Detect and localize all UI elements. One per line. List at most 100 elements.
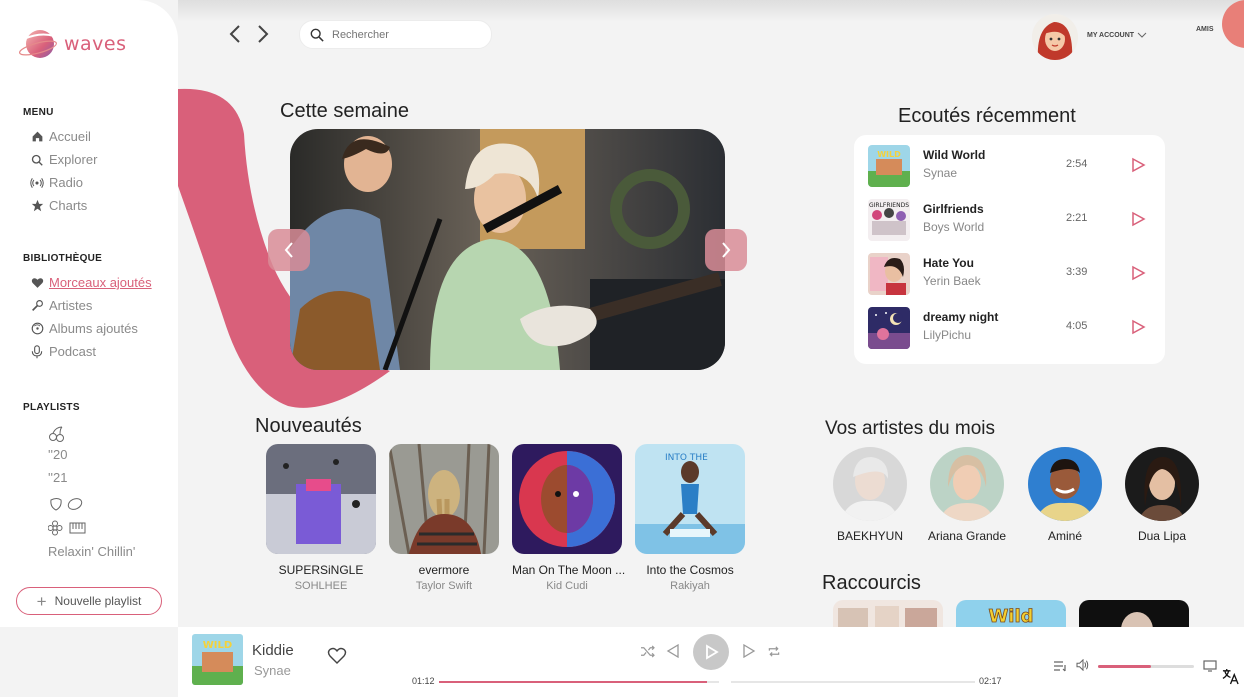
recent-track-row[interactable]: dreamy night LilyPichu 4:05 xyxy=(868,307,1154,349)
album-cover xyxy=(389,444,499,554)
sidebar-item-explorer[interactable]: Explorer xyxy=(30,152,97,167)
artist-card[interactable]: Dua Lipa xyxy=(1117,447,1207,543)
playlist-relaxin-chillin[interactable]: Relaxin' Chillin' xyxy=(48,544,135,559)
album-cover xyxy=(266,444,376,554)
track-artist: Boys World xyxy=(923,220,985,234)
track-title: Wild World xyxy=(923,148,986,162)
sidebar-item-label: Morceaux ajoutés xyxy=(49,275,152,290)
hero-next-button[interactable] xyxy=(705,229,747,271)
sidebar-item-albums-ajoutes[interactable]: Albums ajoutés xyxy=(30,321,138,336)
queue-button[interactable] xyxy=(1052,659,1068,673)
shortcut-card[interactable] xyxy=(833,600,943,627)
sidebar-item-label: Radio xyxy=(49,175,83,190)
album-card[interactable]: evermore Taylor Swift xyxy=(389,444,499,592)
track-duration: 2:21 xyxy=(1066,212,1088,224)
hero-image xyxy=(290,129,725,370)
search-input[interactable] xyxy=(332,28,482,41)
flower-piano-icon xyxy=(47,520,86,536)
playlist-20[interactable]: ''20 xyxy=(48,447,67,462)
app-name: waves xyxy=(64,33,127,55)
track-title: Hate You xyxy=(923,256,974,270)
recent-track-row[interactable]: GIRLFRIENDS Girlfriends Boys World 2:21 xyxy=(868,199,1154,241)
progress-fill xyxy=(439,681,707,683)
search-icon xyxy=(30,153,44,167)
shuffle-button[interactable] xyxy=(639,643,655,659)
play-icon[interactable] xyxy=(1130,265,1146,281)
shuffle-icon xyxy=(640,645,655,657)
artist-card[interactable]: BAEKHYUN xyxy=(825,447,915,543)
speaker-icon xyxy=(1076,659,1089,671)
hero-carousel-image[interactable] xyxy=(290,129,725,370)
track-duration: 3:39 xyxy=(1066,266,1088,278)
sidebar-item-podcast[interactable]: Podcast xyxy=(30,344,96,359)
sidebar-item-label: Podcast xyxy=(49,344,96,359)
new-playlist-button[interactable]: + Nouvelle playlist xyxy=(16,587,162,615)
album-card[interactable]: Man On The Moon ... Kid Cudi xyxy=(512,444,626,592)
library-title: BIBLIOTHÈQUE xyxy=(23,253,103,264)
album-title: Man On The Moon ... xyxy=(512,563,626,577)
chevron-left-icon xyxy=(284,242,293,258)
playlist-flower-piano[interactable] xyxy=(47,520,88,539)
strawberry-lemon-icon xyxy=(50,498,83,511)
recent-track-row[interactable]: WILD Wild World Synae 2:54 xyxy=(868,145,1154,187)
album-cover: INTO THE xyxy=(635,444,745,554)
playlist-strawberry-lemon[interactable] xyxy=(48,495,84,515)
recent-track-row[interactable]: Hate You Yerin Baek 3:39 xyxy=(868,253,1154,295)
app-logo[interactable]: waves xyxy=(18,26,127,62)
sidebar-item-morceaux-ajoutes[interactable]: Morceaux ajoutés xyxy=(30,275,152,290)
like-heart-icon[interactable] xyxy=(327,646,347,666)
my-account-menu[interactable]: MY ACCOUNT xyxy=(1087,32,1147,39)
chevron-down-icon xyxy=(1137,32,1147,38)
sidebar-item-label: Accueil xyxy=(49,129,91,144)
play-icon[interactable] xyxy=(1130,211,1146,227)
avatar[interactable] xyxy=(1032,14,1078,60)
volume-slider[interactable] xyxy=(1098,665,1194,668)
playlist-21[interactable]: ''21 xyxy=(48,470,67,485)
user-avatar-image xyxy=(1032,14,1078,60)
play-pause-button[interactable] xyxy=(693,634,729,670)
now-playing-cover[interactable]: WILD xyxy=(192,634,243,685)
home-icon xyxy=(30,130,44,144)
album-thumbnail: WILD xyxy=(868,145,910,187)
volume-button[interactable] xyxy=(1075,658,1091,672)
back-button[interactable] xyxy=(225,24,245,44)
forward-button[interactable] xyxy=(253,24,273,44)
shortcuts-heading: Raccourcis xyxy=(822,572,921,594)
sidebar-item-accueil[interactable]: Accueil xyxy=(30,129,91,144)
repeat-button[interactable] xyxy=(766,643,782,659)
next-button[interactable] xyxy=(741,643,757,659)
svg-text:INTO THE: INTO THE xyxy=(665,453,708,463)
hero-prev-button[interactable] xyxy=(268,229,310,271)
progress-slider[interactable] xyxy=(439,680,975,684)
track-artist: LilyPichu xyxy=(923,328,972,342)
previous-button[interactable] xyxy=(665,643,681,659)
player-bar: WILD Kiddie Synae 01:12 02:17 xyxy=(178,627,1244,697)
play-icon[interactable] xyxy=(1130,157,1146,173)
sidebar-item-charts[interactable]: Charts xyxy=(30,198,87,213)
translate-button[interactable] xyxy=(1221,667,1239,685)
friends-link[interactable]: AMIS xyxy=(1196,26,1214,33)
search-bar[interactable] xyxy=(299,20,492,49)
sidebar-item-label: Albums ajoutés xyxy=(49,321,138,336)
sidebar-item-artistes[interactable]: Artistes xyxy=(30,298,92,313)
cast-button[interactable] xyxy=(1202,659,1218,673)
album-card[interactable]: INTO THE Into the Cosmos Rakiyah xyxy=(635,444,745,592)
artist-card[interactable]: Aminé xyxy=(1020,447,1110,543)
album-title: SUPERSiNGLE xyxy=(278,563,364,577)
microphone-icon xyxy=(30,299,44,313)
search-icon xyxy=(310,28,324,42)
album-card[interactable]: SUPERSiNGLE SOHLHEE xyxy=(266,444,376,592)
sidebar: waves MENU Accueil Explorer Radio Charts… xyxy=(0,0,178,627)
album-thumbnail: GIRLFRIENDS xyxy=(868,199,910,241)
shortcut-card[interactable] xyxy=(1079,600,1189,627)
shortcut-card[interactable]: Wild xyxy=(956,600,1066,627)
cherries-icon xyxy=(49,426,64,442)
playlist-cherries[interactable] xyxy=(48,425,66,446)
play-icon[interactable] xyxy=(1130,319,1146,335)
sidebar-item-radio[interactable]: Radio xyxy=(30,175,83,190)
album-cover xyxy=(512,444,622,554)
artist-card[interactable]: Ariana Grande xyxy=(922,447,1012,543)
previous-icon xyxy=(666,644,679,658)
album-title: Into the Cosmos xyxy=(646,563,734,577)
elapsed-time: 01:12 xyxy=(412,676,435,686)
